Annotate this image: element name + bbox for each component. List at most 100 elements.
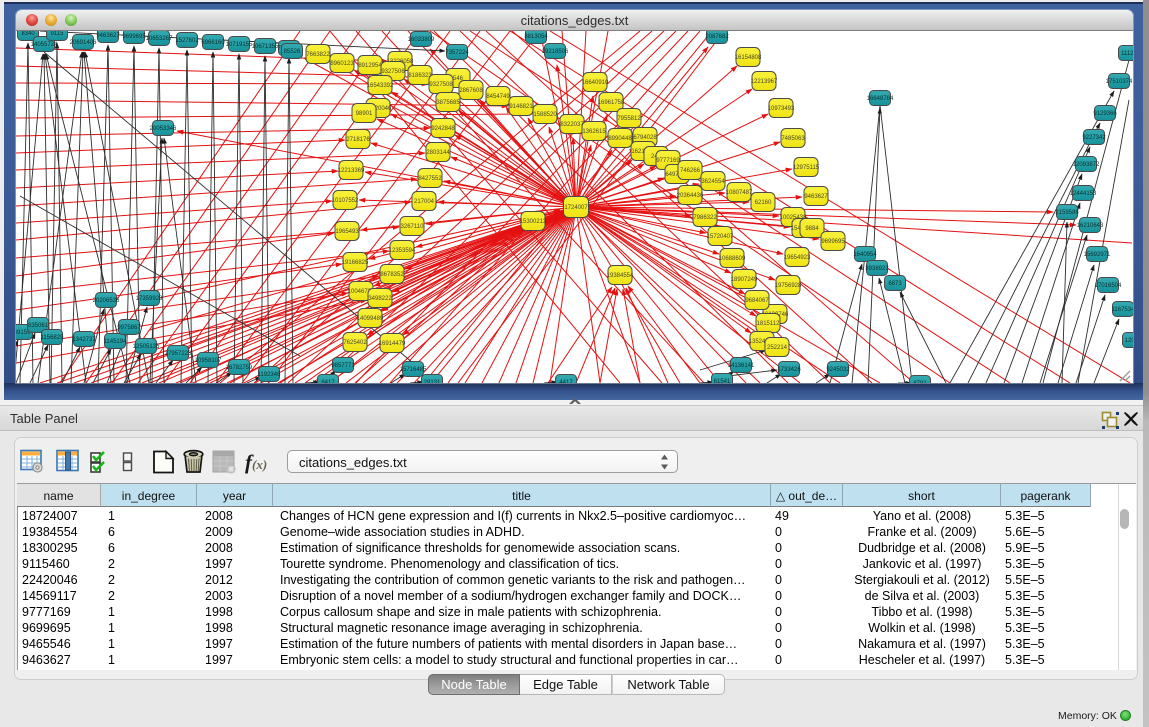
- svg-text:14099489: 14099489: [357, 316, 384, 322]
- svg-text:8791: 8791: [913, 381, 927, 383]
- svg-text:1588520: 1588520: [533, 112, 557, 118]
- svg-text:14136141: 14136141: [728, 363, 755, 369]
- svg-text:12975115: 12975115: [793, 165, 820, 171]
- svg-text:8322037: 8322037: [560, 122, 584, 128]
- svg-text:19166825: 19166825: [342, 260, 369, 266]
- svg-text:9699695: 9699695: [821, 239, 845, 245]
- svg-text:12444153: 12444153: [1070, 191, 1097, 197]
- svg-text:20364436: 20364436: [677, 193, 704, 199]
- svg-text:9327506: 9327506: [381, 69, 405, 75]
- svg-text:3624554: 3624554: [701, 179, 725, 185]
- svg-text:8340: 8340: [21, 31, 35, 37]
- svg-text:8990448: 8990448: [608, 136, 632, 142]
- svg-text:10807487: 10807487: [726, 190, 753, 196]
- svg-text:16033809: 16033809: [408, 37, 435, 43]
- svg-text:7625402: 7625402: [343, 340, 367, 346]
- svg-text:19756928: 19756928: [775, 283, 802, 289]
- svg-text:6873: 6873: [888, 281, 902, 287]
- svg-text:252214: 252214: [767, 345, 788, 351]
- svg-text:14055724: 14055724: [31, 42, 58, 48]
- svg-text:1965493: 1965493: [335, 229, 359, 235]
- svg-text:29131: 29131: [424, 380, 441, 383]
- svg-text:8912954: 8912954: [358, 63, 382, 69]
- svg-text:3498222: 3498222: [368, 296, 392, 302]
- svg-text:12093872: 12093872: [1073, 162, 1100, 168]
- svg-text:1362615: 1362615: [582, 129, 606, 135]
- svg-text:8417: 8417: [321, 380, 335, 383]
- svg-text:10653267: 10653267: [146, 36, 173, 42]
- svg-text:8938923: 8938923: [865, 266, 889, 272]
- svg-text:1815112: 1815112: [757, 321, 781, 327]
- svg-text:12505135: 12505135: [133, 344, 160, 350]
- svg-text:1527602: 1527602: [175, 38, 199, 44]
- svg-text:9242848: 9242848: [431, 126, 455, 132]
- svg-text:9884: 9884: [805, 226, 819, 232]
- svg-text:16154808: 16154808: [735, 55, 762, 61]
- svg-text:19384554: 19384554: [607, 273, 634, 279]
- svg-text:1156829: 1156829: [41, 335, 65, 341]
- svg-text:85526: 85526: [284, 49, 301, 55]
- svg-text:20053346: 20053346: [150, 126, 177, 132]
- svg-text:16914479: 16914479: [379, 341, 406, 347]
- svg-text:16648784: 16648784: [867, 96, 894, 102]
- svg-text:61541: 61541: [714, 379, 731, 383]
- svg-text:9463627: 9463627: [804, 194, 828, 200]
- svg-text:15300213: 15300213: [520, 219, 547, 225]
- svg-text:15720407: 15720407: [707, 234, 734, 240]
- svg-text:10973493: 10973493: [768, 106, 795, 112]
- svg-text:16543392: 16543392: [367, 83, 394, 89]
- svg-text:7357224: 7357224: [445, 50, 469, 56]
- svg-text:17510374: 17510374: [1106, 79, 1133, 85]
- svg-text:9115: 9115: [51, 31, 65, 37]
- svg-text:8960123: 8960123: [330, 61, 354, 67]
- svg-text:746266: 746266: [680, 168, 701, 174]
- svg-text:16782759: 16782759: [226, 365, 253, 371]
- svg-text:1145194: 1145194: [104, 339, 128, 345]
- svg-text:6966160: 6966160: [201, 40, 225, 46]
- svg-text:9129366: 9129366: [1093, 111, 1117, 117]
- svg-text:1167534: 1167534: [1112, 307, 1133, 313]
- svg-text:7955812: 7955812: [617, 116, 641, 122]
- svg-text:10688609: 10688609: [719, 256, 746, 262]
- svg-text:16961758: 16961758: [598, 100, 625, 106]
- svg-text:15692971: 15692971: [1084, 252, 1111, 258]
- svg-text:98901: 98901: [356, 111, 373, 117]
- svg-text:10719155: 10719155: [226, 42, 253, 48]
- svg-text:217004: 217004: [414, 199, 435, 205]
- svg-text:9227342: 9227342: [1082, 135, 1106, 141]
- svg-text:4417: 4417: [559, 380, 573, 383]
- svg-text:10107552: 10107552: [332, 198, 359, 204]
- svg-text:1342737: 1342737: [72, 337, 96, 343]
- svg-text:9857771: 9857771: [331, 363, 355, 369]
- svg-text:18907249: 18907249: [731, 277, 758, 283]
- svg-text:16210643: 16210643: [1077, 223, 1104, 229]
- svg-text:8678352: 8678352: [380, 272, 404, 278]
- svg-text:12213967: 12213967: [751, 79, 778, 85]
- svg-text:8427552: 8427552: [418, 176, 442, 182]
- svg-text:9327508: 9327508: [429, 82, 453, 88]
- svg-text:17359928: 17359928: [136, 296, 163, 302]
- svg-text:19654923: 19654923: [784, 255, 811, 261]
- svg-text:9699695: 9699695: [122, 34, 146, 40]
- svg-text:10671355: 10671355: [252, 44, 279, 50]
- svg-text:8454749: 8454749: [486, 94, 510, 100]
- svg-text:2718176: 2718176: [346, 137, 370, 143]
- svg-text:1724007: 1724007: [564, 205, 588, 211]
- svg-text:11123: 11123: [1121, 51, 1133, 57]
- svg-text:2867608: 2867608: [459, 88, 483, 94]
- svg-text:16640910: 16640910: [582, 80, 609, 86]
- svg-text:12213369: 12213369: [338, 168, 365, 174]
- svg-text:1640954: 1640954: [853, 252, 877, 258]
- svg-text:3875685: 3875685: [436, 100, 460, 106]
- svg-text:20206536: 20206536: [93, 298, 120, 304]
- svg-text:9684067: 9684067: [745, 298, 769, 304]
- svg-text:7986322: 7986322: [693, 215, 717, 221]
- svg-text:9146821: 9146821: [509, 104, 533, 110]
- svg-text:8813054: 8813054: [524, 34, 548, 40]
- svg-text:20691406: 20691406: [70, 40, 97, 46]
- svg-text:15716485: 15716485: [400, 367, 427, 373]
- svg-text:9463627: 9463627: [96, 33, 120, 39]
- svg-text:2087682: 2087682: [705, 34, 729, 40]
- svg-text:7663822: 7663822: [306, 52, 330, 58]
- svg-text:17016504: 17016504: [1095, 283, 1122, 289]
